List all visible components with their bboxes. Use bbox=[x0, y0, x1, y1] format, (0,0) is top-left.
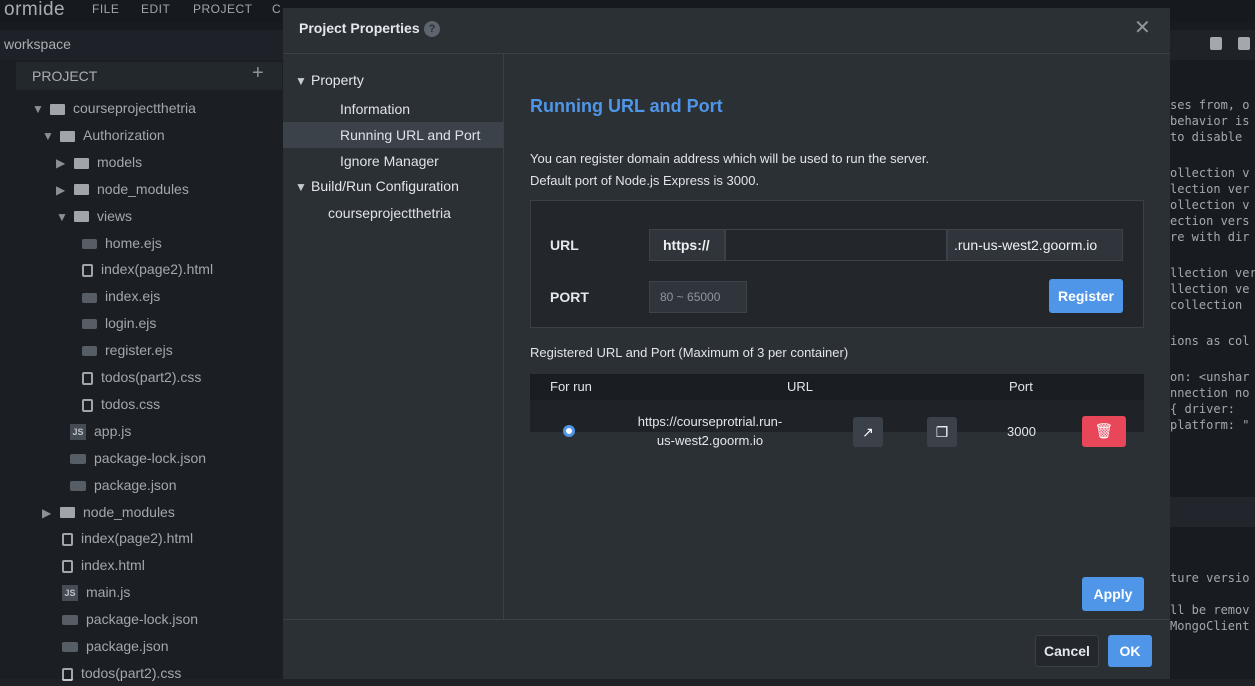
ok-button[interactable]: OK bbox=[1108, 635, 1152, 667]
chevron-down-icon: ▼ bbox=[295, 74, 307, 88]
nav-item-information[interactable]: Information bbox=[283, 96, 503, 122]
registered-table: For run URL Port https://courseprotrial.… bbox=[530, 374, 1144, 448]
nav-group-build-run[interactable]: ▼ Build/Run Configuration bbox=[295, 178, 459, 194]
help-icon[interactable]: ? bbox=[424, 21, 440, 37]
properties-nav: ▼ Property Information Running URL and Po… bbox=[283, 54, 504, 619]
for-run-radio[interactable] bbox=[563, 425, 575, 437]
dialog-header: Project Properties ? ✕ bbox=[283, 8, 1170, 54]
section-title: Running URL and Port bbox=[530, 96, 723, 116]
port-label: PORT bbox=[550, 289, 589, 305]
copy-icon[interactable]: ❐ bbox=[927, 417, 957, 447]
nav-item-run-config[interactable]: courseprojectthetria bbox=[283, 200, 503, 226]
nav-item-ignore-manager[interactable]: Ignore Manager bbox=[283, 148, 503, 174]
registered-title: Registered URL and Port (Maximum of 3 pe… bbox=[530, 345, 849, 360]
nav-group-property[interactable]: ▼ Property bbox=[295, 72, 364, 88]
col-url: URL bbox=[787, 379, 814, 394]
url-prefix: https:// bbox=[649, 229, 725, 261]
registered-url: https://courseprotrial.run-us-west2.goor… bbox=[637, 414, 783, 448]
nav-group-label: Property bbox=[311, 72, 364, 88]
registered-port: 3000 bbox=[1007, 424, 1036, 439]
description-line-2: Default port of Node.js Express is 3000. bbox=[530, 173, 760, 188]
register-button[interactable]: Register bbox=[1049, 279, 1123, 313]
chevron-down-icon: ▼ bbox=[295, 180, 307, 194]
table-header: For run URL Port bbox=[530, 374, 1144, 400]
url-label: URL bbox=[550, 237, 579, 253]
dialog-footer-divider bbox=[283, 619, 1170, 620]
project-properties-dialog: Project Properties ? ✕ ▼ Property Informa… bbox=[283, 8, 1170, 679]
trash-icon[interactable]: 🗑 bbox=[1082, 416, 1126, 447]
properties-content: Running URL and Port You can register do… bbox=[504, 54, 1170, 619]
dialog-title: Project Properties bbox=[299, 20, 420, 36]
url-port-form: URL https:// .run-us-west2.goorm.io PORT… bbox=[530, 200, 1144, 328]
port-input[interactable] bbox=[649, 281, 747, 313]
apply-button[interactable]: Apply bbox=[1082, 577, 1144, 611]
close-icon[interactable]: ✕ bbox=[1134, 15, 1151, 40]
col-port: Port bbox=[1009, 379, 1033, 394]
col-for-run: For run bbox=[550, 379, 592, 394]
cancel-button[interactable]: Cancel bbox=[1035, 635, 1099, 667]
nav-item-running-url[interactable]: Running URL and Port bbox=[283, 122, 503, 148]
url-suffix: .run-us-west2.goorm.io bbox=[947, 229, 1123, 261]
url-input[interactable] bbox=[725, 229, 947, 261]
description-line-1: You can register domain address which wi… bbox=[530, 151, 930, 166]
open-external-icon[interactable]: ↗ bbox=[853, 417, 883, 447]
nav-group-label: Build/Run Configuration bbox=[311, 178, 459, 194]
